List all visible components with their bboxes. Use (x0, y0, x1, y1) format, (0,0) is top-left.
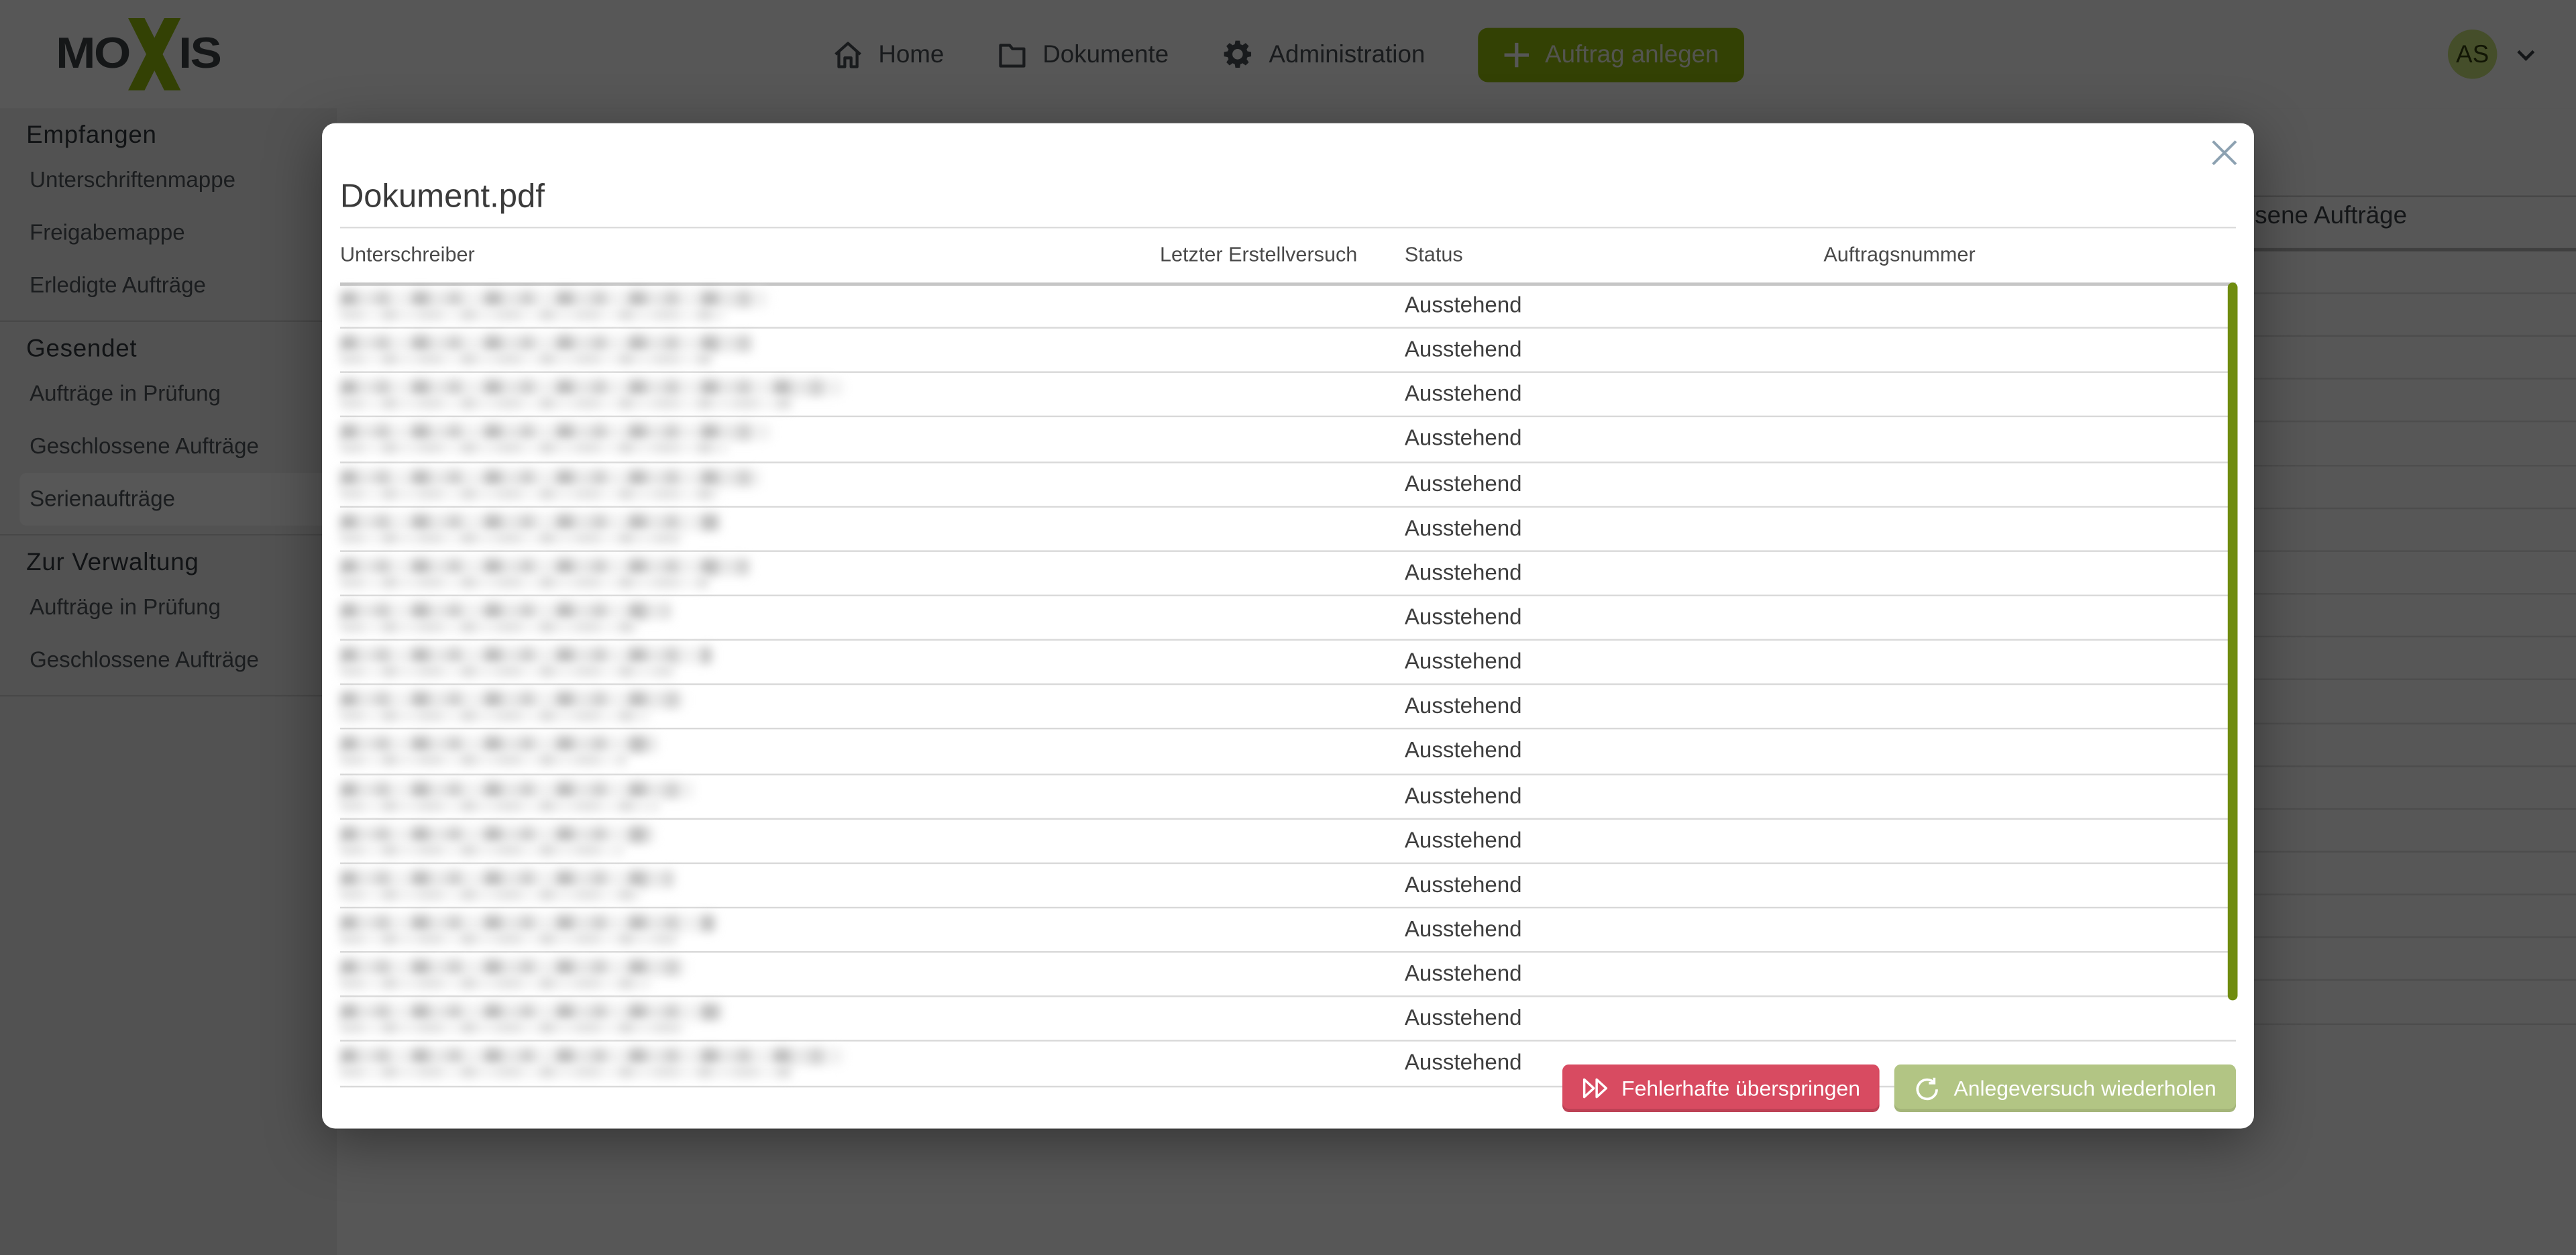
table-row: Ausstehend (340, 418, 2236, 462)
column-header-auftragsnummer: Auftragsnummer (1823, 243, 1975, 266)
status-cell: Ausstehend (1405, 374, 1522, 417)
signer-name-redacted (340, 915, 714, 944)
signer-name-redacted (340, 826, 654, 855)
status-cell: Ausstehend (1405, 418, 1522, 461)
column-header-unterschreiber: Unterschreiber (340, 243, 475, 266)
status-cell: Ausstehend (1405, 329, 1522, 372)
table-row: Ausstehend (340, 507, 2236, 551)
table-row: Ausstehend (340, 284, 2236, 329)
table-row: Ausstehend (340, 908, 2236, 952)
status-cell: Ausstehend (1405, 775, 1522, 818)
signer-name-redacted (340, 290, 767, 320)
signer-name-redacted (340, 603, 670, 633)
signer-name-redacted (340, 1048, 843, 1078)
status-cell: Ausstehend (1405, 864, 1522, 907)
status-cell: Ausstehend (1405, 997, 1522, 1040)
retry-create-button[interactable]: Anlegeversuch wiederholen (1894, 1065, 2236, 1112)
status-cell: Ausstehend (1405, 641, 1522, 684)
table-row: Ausstehend (340, 775, 2236, 819)
table-header: Unterschreiber Letzter Erstellversuch St… (340, 227, 2236, 286)
signer-name-redacted (340, 425, 771, 454)
status-cell: Ausstehend (1405, 551, 1522, 594)
status-cell: Ausstehend (1405, 463, 1522, 506)
signer-name-redacted (340, 781, 694, 811)
table-row: Ausstehend (340, 730, 2236, 774)
table-row: Ausstehend (340, 551, 2236, 596)
signer-name-redacted (340, 1004, 723, 1034)
status-cell: Ausstehend (1405, 686, 1522, 728)
signer-name-redacted (340, 959, 685, 989)
signer-name-redacted (340, 380, 843, 409)
modal-title: Dokument.pdf (340, 180, 545, 217)
close-button[interactable] (2206, 135, 2243, 171)
status-cell: Ausstehend (1405, 730, 1522, 773)
status-cell: Ausstehend (1405, 908, 1522, 951)
status-cell: Ausstehend (1405, 953, 1522, 996)
signer-name-redacted (340, 469, 761, 498)
signer-name-redacted (340, 692, 684, 722)
refresh-icon (1915, 1075, 1941, 1101)
table-row: Ausstehend (340, 864, 2236, 908)
signer-name-redacted (340, 558, 749, 588)
table-body: AusstehendAusstehendAusstehendAusstehend… (340, 284, 2236, 1087)
table-row: Ausstehend (340, 819, 2236, 863)
skip-faulty-label: Fehlerhafte überspringen (1621, 1076, 1860, 1101)
signer-name-redacted (340, 335, 753, 365)
status-cell: Ausstehend (1405, 284, 1522, 327)
table-row: Ausstehend (340, 463, 2236, 507)
signer-name-redacted (340, 647, 711, 677)
table-row: Ausstehend (340, 329, 2236, 373)
column-header-status: Status (1405, 243, 1463, 266)
modal-footer: Fehlerhafte überspringen Anlegeversuch w… (1562, 1065, 2236, 1112)
skip-forward-icon (1582, 1076, 1608, 1101)
signer-name-redacted (340, 871, 674, 900)
table-row: Ausstehend (340, 686, 2236, 730)
signer-name-redacted (340, 736, 657, 766)
document-modal: Dokument.pdf Unterschreiber Letzter Erst… (322, 123, 2254, 1129)
table-row: Ausstehend (340, 641, 2236, 685)
status-cell: Ausstehend (1405, 819, 1522, 862)
scrollbar-thumb[interactable] (2228, 282, 2238, 1000)
table-row: Ausstehend (340, 374, 2236, 418)
close-icon (2210, 138, 2239, 168)
skip-faulty-button[interactable]: Fehlerhafte überspringen (1562, 1065, 1880, 1112)
table-row: Ausstehend (340, 953, 2236, 997)
app-root: MO IS Home Dokumente (0, 0, 2576, 1255)
table-row: Ausstehend (340, 596, 2236, 641)
status-cell: Ausstehend (1405, 507, 1522, 550)
status-cell: Ausstehend (1405, 1042, 1522, 1085)
table-row: Ausstehend (340, 997, 2236, 1042)
signer-name-redacted (340, 514, 720, 543)
retry-create-label: Anlegeversuch wiederholen (1954, 1076, 2216, 1101)
status-cell: Ausstehend (1405, 596, 1522, 639)
column-header-letzter-erstellversuch: Letzter Erstellversuch (1160, 243, 1357, 266)
